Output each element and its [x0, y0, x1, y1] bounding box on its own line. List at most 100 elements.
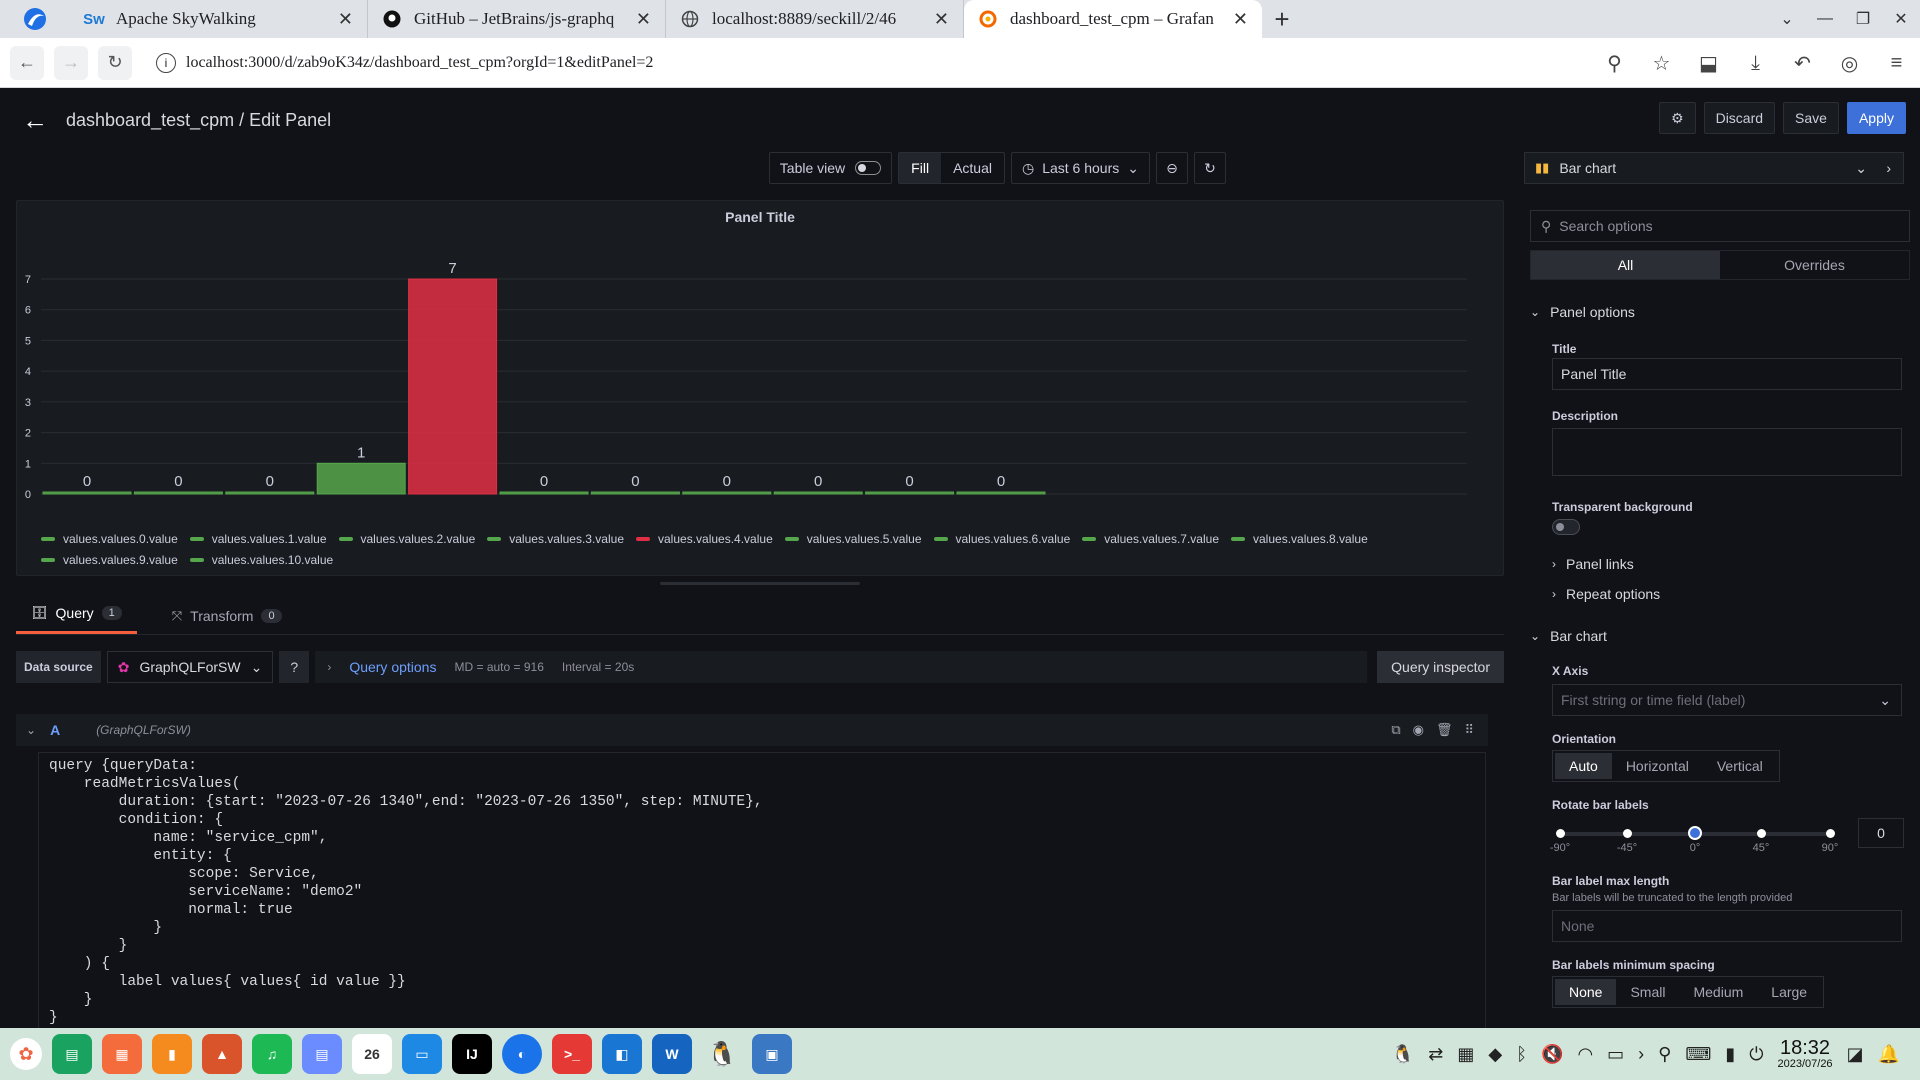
extension-icon[interactable]: ⬓ — [1685, 51, 1732, 76]
chevron-right-icon[interactable]: › — [1638, 1044, 1644, 1065]
chevron-down-icon[interactable]: ⌄ — [1768, 0, 1806, 38]
screenshot-icon[interactable]: ▣ — [752, 1034, 792, 1074]
legend-item[interactable]: values.values.0.value — [41, 531, 178, 546]
zoom-out-button[interactable]: ⊖ — [1156, 152, 1188, 184]
wifi-icon[interactable]: ◠ — [1577, 1044, 1593, 1065]
chevron-right-icon[interactable]: › — [1886, 160, 1891, 176]
assistant-icon[interactable]: ◪ — [1847, 1044, 1864, 1065]
docs-icon[interactable]: ▤ — [302, 1034, 342, 1074]
transparent-toggle[interactable] — [1552, 519, 1580, 535]
close-icon[interactable]: ✕ — [934, 9, 949, 30]
close-icon[interactable]: ✕ — [338, 9, 353, 30]
legend-item[interactable]: values.values.2.value — [338, 531, 475, 546]
browser-app-icon[interactable]: ◐ — [502, 1034, 542, 1074]
apply-button[interactable]: Apply — [1846, 102, 1906, 134]
tab-all[interactable]: All — [1531, 251, 1720, 279]
clock[interactable]: 18:32 2023/07/26 — [1778, 1038, 1833, 1070]
repeat-options-section[interactable]: › Repeat options — [1552, 586, 1660, 602]
orientation-auto[interactable]: Auto — [1555, 753, 1612, 779]
gallery-icon[interactable]: ▦ — [1457, 1044, 1474, 1065]
spacing-medium[interactable]: Medium — [1679, 979, 1757, 1005]
browser-tab-github[interactable]: GitHub – JetBrains/js-graphq ✕ — [368, 0, 666, 38]
store-icon[interactable]: ▮ — [152, 1034, 192, 1074]
power-icon[interactable]: ⏻ — [1749, 1044, 1763, 1065]
forward-button[interactable]: → — [54, 45, 88, 80]
legend-item[interactable]: values.values.10.value — [189, 552, 333, 567]
star-icon[interactable]: ☆ — [1638, 51, 1685, 76]
visualization-picker[interactable]: ▮▮ Bar chart ⌄ › — [1524, 152, 1904, 184]
voice-icon[interactable]: ▮ — [1725, 1044, 1735, 1065]
restore-icon[interactable]: ❐ — [1844, 0, 1882, 38]
tab-transform[interactable]: ⤧ Transform 0 — [157, 608, 297, 634]
table-view-toggle[interactable]: Table view — [768, 152, 893, 184]
qq-icon[interactable]: 🐧 — [702, 1034, 742, 1074]
back-arrow-icon[interactable]: ← — [22, 105, 48, 136]
transfer-icon[interactable]: ⇄ — [1428, 1044, 1443, 1065]
panel-options-section[interactable]: ⌄ Panel options — [1530, 304, 1635, 320]
back-button[interactable]: ← — [10, 45, 44, 80]
legend-item[interactable]: values.values.4.value — [636, 531, 773, 546]
drag-handle-icon[interactable]: ⠿ — [1464, 722, 1474, 738]
legend-item[interactable]: values.values.7.value — [1082, 531, 1219, 546]
query-options-link[interactable]: Query options — [349, 659, 436, 675]
trash-icon[interactable]: 🗑 — [1436, 722, 1453, 738]
title-input[interactable]: Panel Title — [1552, 358, 1902, 390]
datasource-picker[interactable]: ✿ GraphQLForSW ⌄ — [106, 651, 274, 683]
bluetooth-icon[interactable]: ᛒ — [1516, 1044, 1527, 1065]
mute-icon[interactable]: 🔇 — [1541, 1044, 1563, 1065]
duplicate-icon[interactable]: ⧉ — [1391, 722, 1400, 738]
archive-icon[interactable]: ▭ — [402, 1034, 442, 1074]
keyboard-icon[interactable]: ⌨ — [1685, 1044, 1711, 1065]
battery-icon[interactable]: ▭ — [1607, 1044, 1624, 1065]
photos-icon[interactable]: ▲ — [202, 1034, 242, 1074]
site-info-icon[interactable]: i — [156, 52, 176, 73]
minimize-icon[interactable]: — — [1806, 0, 1844, 38]
tab-query[interactable]: 🗄 Query 1 — [16, 605, 137, 634]
spacing-large[interactable]: Large — [1757, 979, 1821, 1005]
menu-icon[interactable]: ≡ — [1873, 52, 1920, 75]
tab-overrides[interactable]: Overrides — [1720, 251, 1909, 279]
query-ref-id[interactable]: A — [50, 722, 60, 738]
undo-icon[interactable]: ↶ — [1779, 51, 1826, 76]
query-text[interactable]: query {queryData: readMetricsValues( dur… — [39, 753, 1485, 1031]
help-button[interactable]: ? — [279, 651, 310, 683]
actual-option[interactable]: Actual — [941, 153, 1004, 183]
eye-icon[interactable]: ◉ — [1413, 722, 1424, 738]
shield-icon[interactable]: ◆ — [1488, 1044, 1502, 1065]
chat-icon[interactable]: ◧ — [602, 1034, 642, 1074]
description-input[interactable] — [1552, 428, 1902, 476]
intellij-icon[interactable]: IJ — [452, 1034, 492, 1074]
terminal-icon[interactable]: >_ — [552, 1034, 592, 1074]
new-tab-button[interactable]: + — [1262, 0, 1302, 38]
bar-chart-section[interactable]: ⌄ Bar chart — [1530, 628, 1607, 644]
legend-item[interactable]: values.values.6.value — [933, 531, 1070, 546]
rotate-value-input[interactable]: 0 — [1858, 818, 1904, 848]
time-range-picker[interactable]: ◷ Last 6 hours ⌄ — [1010, 152, 1150, 184]
download-icon[interactable]: ⤓ — [1732, 52, 1779, 75]
legend-item[interactable]: values.values.1.value — [189, 531, 327, 546]
spacing-none[interactable]: None — [1555, 979, 1617, 1005]
legend-item[interactable]: values.values.5.value — [784, 531, 922, 546]
legend-item[interactable]: values.values.9.value — [41, 552, 178, 567]
chevron-down-icon[interactable]: ⌄ — [26, 723, 36, 737]
apps-icon[interactable]: ▦ — [102, 1034, 142, 1074]
url-field[interactable]: i localhost:3000/d/zab9oK34z/dashboard_t… — [146, 44, 1576, 81]
terminal-app-icon[interactable]: ▤ — [52, 1034, 92, 1074]
rotate-slider[interactable]: -90° -45° 0° 45° 90° — [1550, 826, 1838, 862]
spacing-small[interactable]: Small — [1616, 979, 1679, 1005]
discard-button[interactable]: Discard — [1703, 102, 1776, 134]
settings-button[interactable]: ⚙ — [1659, 102, 1696, 134]
qq-tray-icon[interactable]: 🐧 — [1392, 1044, 1414, 1065]
close-icon[interactable]: ✕ — [1233, 9, 1248, 30]
save-button[interactable]: Save — [1783, 102, 1839, 134]
orientation-vertical[interactable]: Vertical — [1703, 753, 1777, 779]
slider-handle[interactable] — [1688, 826, 1702, 840]
orientation-horizontal[interactable]: Horizontal — [1612, 753, 1703, 779]
calendar-icon[interactable]: 26 — [352, 1034, 392, 1074]
search-options-input[interactable]: ⚲ Search options — [1530, 210, 1910, 242]
legend-item[interactable]: values.values.3.value — [487, 531, 624, 546]
zoom-icon[interactable]: ⚲ — [1591, 51, 1638, 76]
close-window-icon[interactable]: ✕ — [1882, 0, 1920, 38]
query-inspector-button[interactable]: Query inspector — [1377, 651, 1504, 683]
legend-item[interactable]: values.values.8.value — [1231, 531, 1368, 546]
